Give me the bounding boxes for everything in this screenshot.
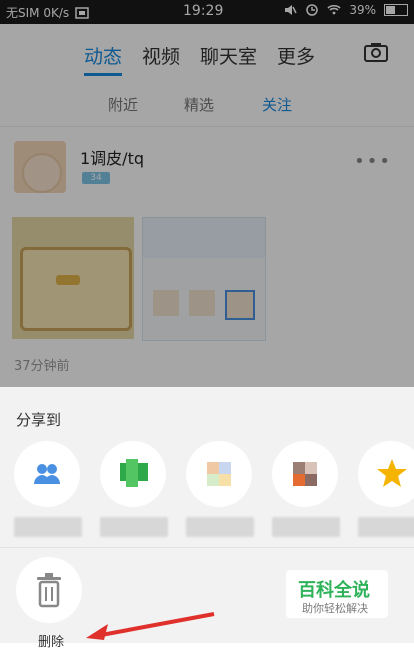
- blurred-label: [14, 517, 82, 537]
- share-circle: [100, 441, 166, 507]
- blurred-label: [272, 517, 340, 537]
- share-target-contacts[interactable]: [14, 441, 82, 537]
- share-circle: [186, 441, 252, 507]
- share-circle: [358, 441, 414, 507]
- share-targets: [14, 441, 414, 541]
- share-title: 分享到: [16, 411, 62, 429]
- share-circle: [272, 441, 338, 507]
- sheet-divider: [0, 547, 414, 548]
- star-icon: [377, 459, 407, 487]
- delete-label: 删除: [38, 635, 65, 650]
- share-target-qzone[interactable]: [358, 441, 414, 537]
- watermark: 百科全说 助你轻松解决: [286, 570, 388, 618]
- share-target-moments[interactable]: [186, 441, 254, 537]
- blurred-label: [358, 517, 414, 537]
- share-circle: [14, 441, 80, 507]
- people-icon: [34, 464, 60, 484]
- delete-circle: [16, 557, 82, 623]
- watermark-subtitle: 助你轻松解决: [302, 602, 368, 615]
- blurred-label: [100, 517, 168, 537]
- qq-icon: [293, 462, 317, 486]
- share-target-wechat[interactable]: [100, 441, 168, 537]
- watermark-title: 百科全说: [298, 580, 370, 601]
- blurred-label: [186, 517, 254, 537]
- moments-icon: [207, 462, 231, 486]
- share-target-qq[interactable]: [272, 441, 340, 537]
- trash-icon: [37, 573, 61, 608]
- wechat-icon: [120, 459, 148, 487]
- delete-option[interactable]: 删除: [16, 557, 84, 650]
